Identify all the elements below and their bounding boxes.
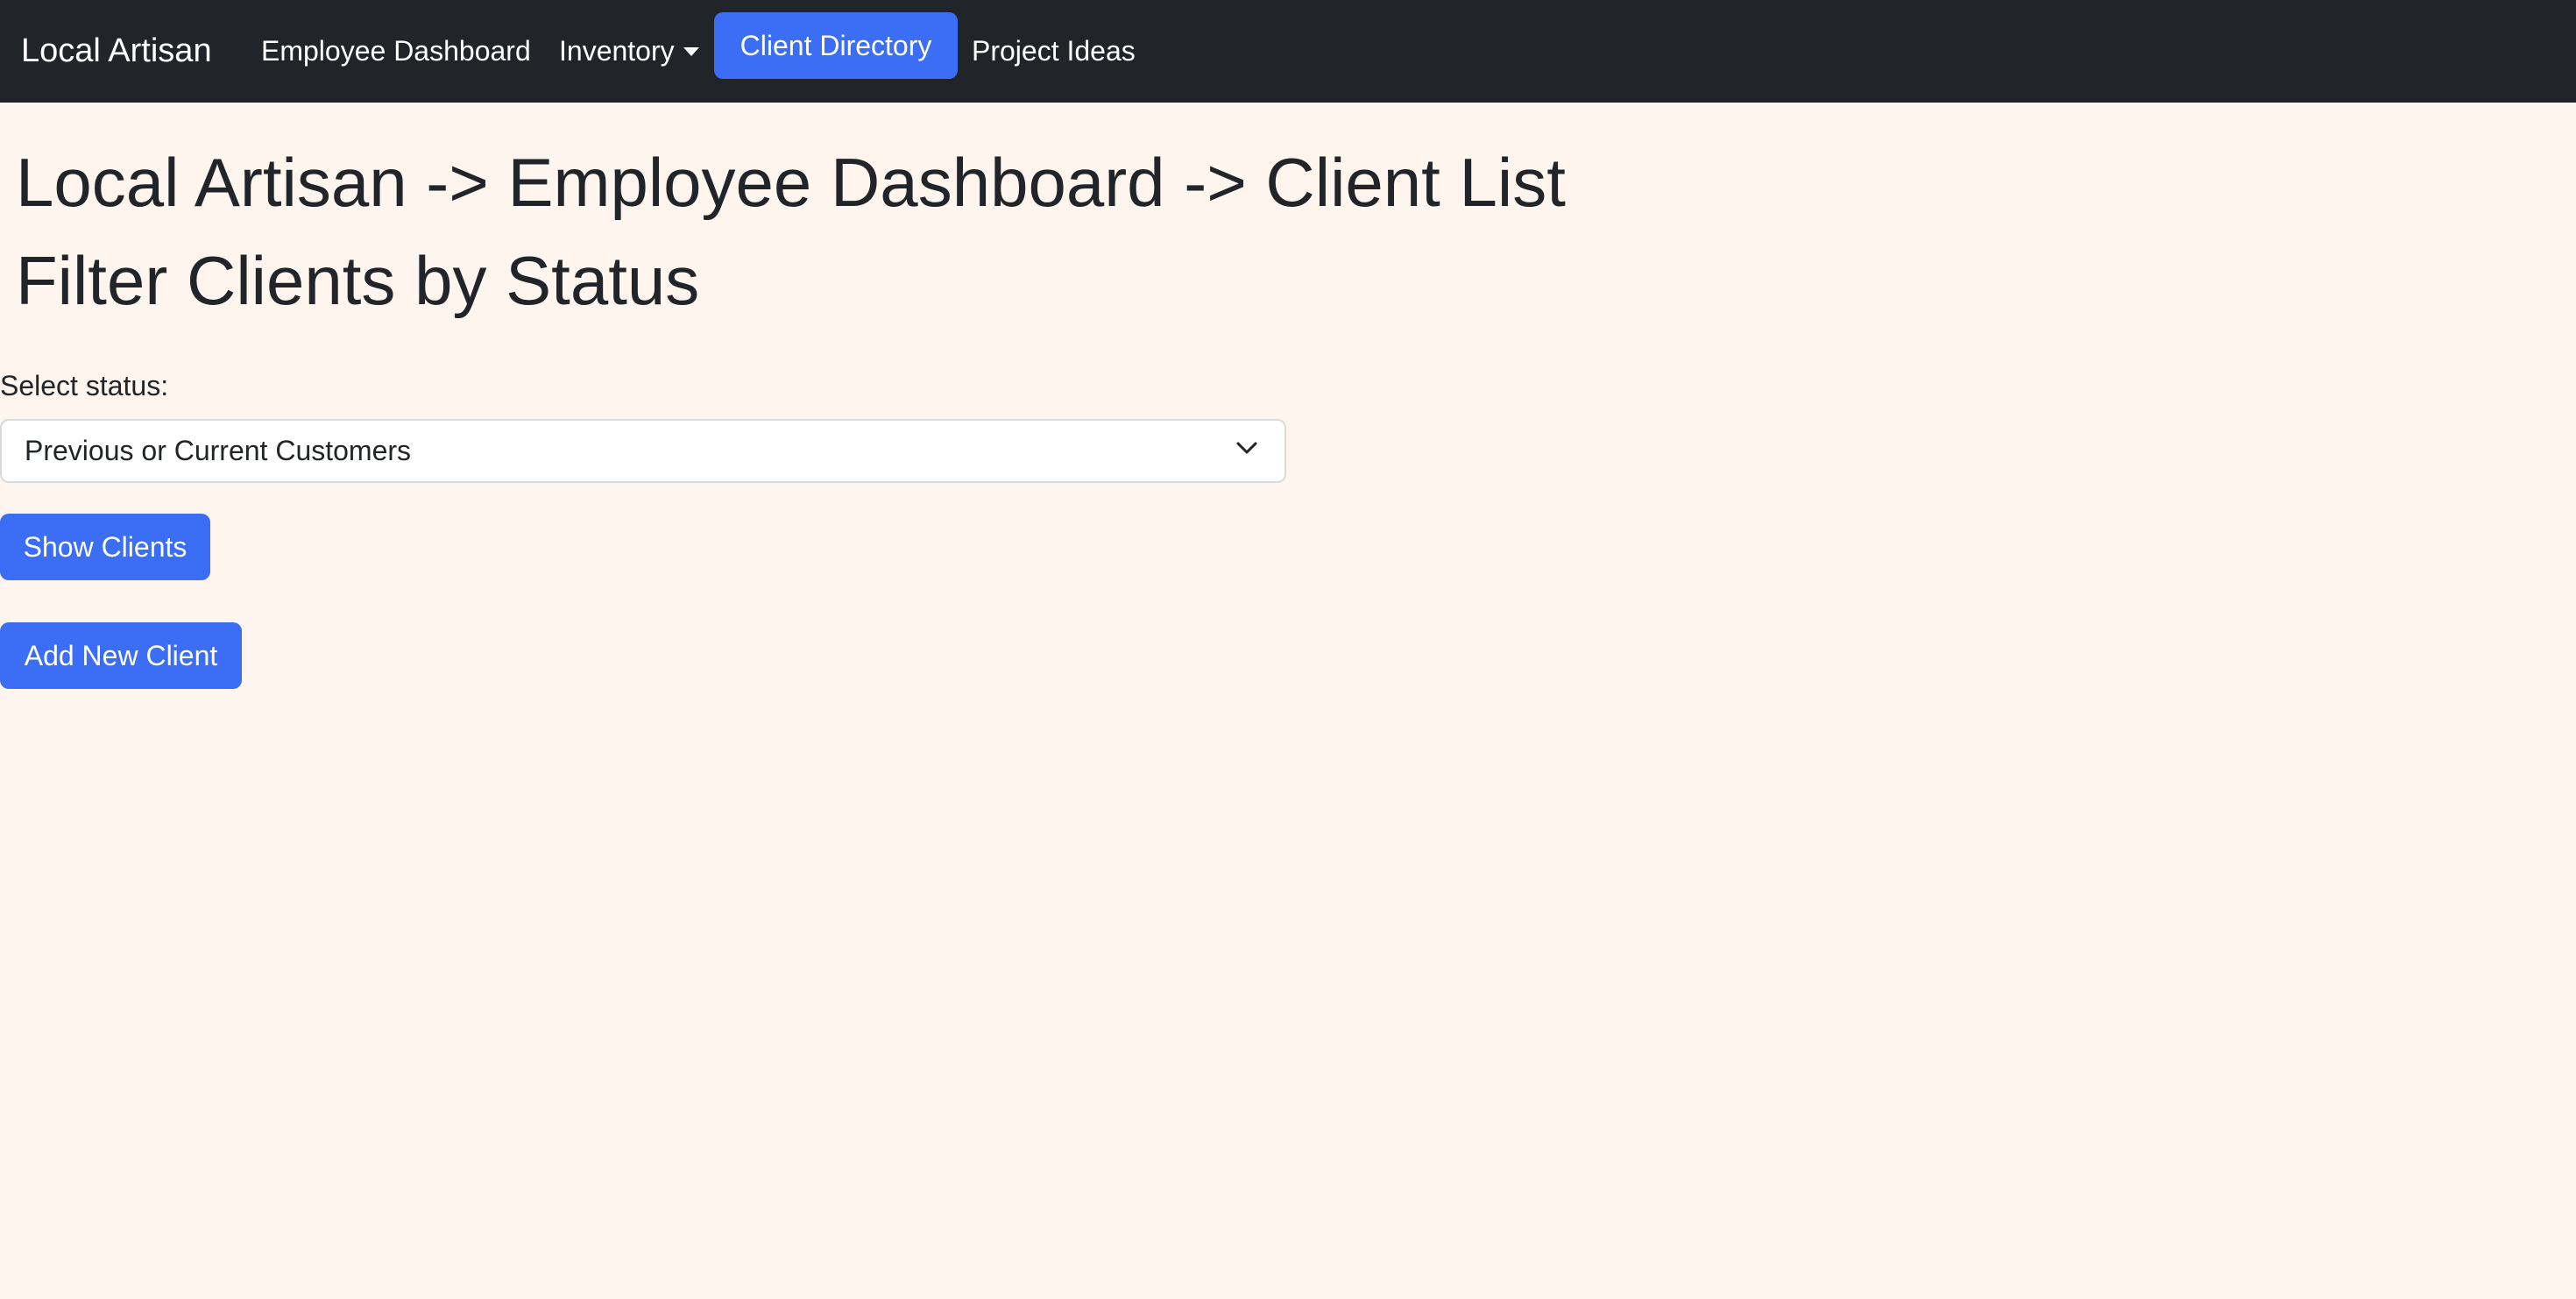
- show-clients-button[interactable]: Show Clients: [0, 514, 210, 580]
- breadcrumb-title: Local Artisan -> Employee Dashboard -> C…: [16, 144, 1566, 221]
- chevron-down-icon: [1236, 442, 1257, 454]
- section-title: Filter Clients by Status: [16, 242, 700, 319]
- caret-down-icon: [683, 47, 699, 56]
- brand-logo-link[interactable]: Local Artisan: [21, 25, 212, 77]
- nav-client-directory[interactable]: Client Directory: [714, 12, 958, 79]
- status-selected-value: Previous or Current Customers: [25, 435, 412, 466]
- top-navbar: Local Artisan Employee Dashboard Invento…: [0, 0, 2576, 103]
- nav-inventory-dropdown[interactable]: Inventory: [559, 26, 699, 75]
- status-select[interactable]: Previous or Current Customers: [0, 419, 1286, 483]
- status-select-label: Select status:: [0, 370, 169, 401]
- nav-employee-dashboard[interactable]: Employee Dashboard: [261, 26, 531, 75]
- nav-project-ideas[interactable]: Project Ideas: [972, 26, 1136, 75]
- nav-inventory-label: Inventory: [559, 35, 675, 67]
- add-new-client-button[interactable]: Add New Client: [0, 622, 242, 689]
